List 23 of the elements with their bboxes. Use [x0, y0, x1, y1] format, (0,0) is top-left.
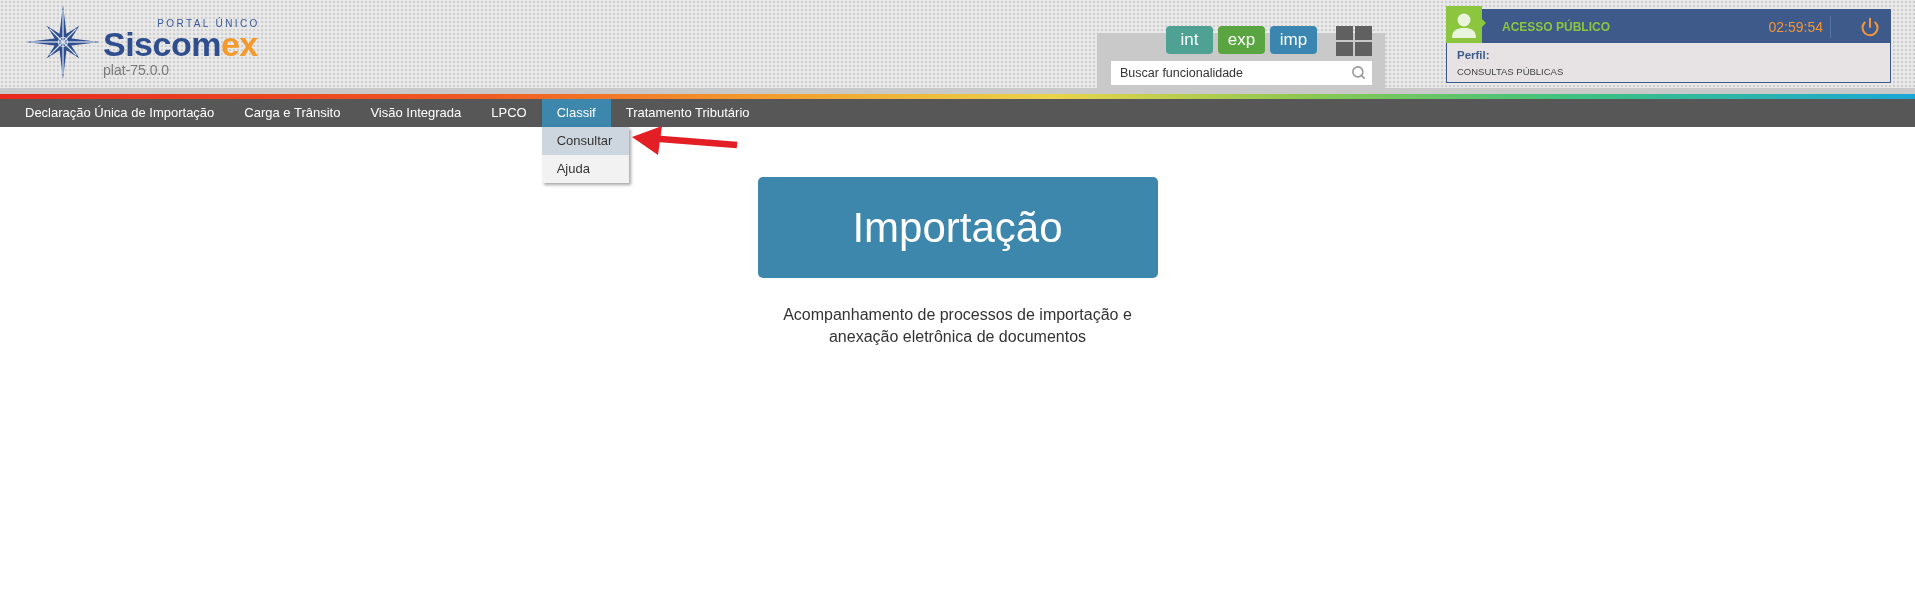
search-field[interactable]: Buscar funcionalidade: [1111, 61, 1372, 85]
mode-button[interactable]: imp: [1270, 26, 1317, 54]
logo-wordmark: Siscomex: [103, 29, 258, 60]
nav-tab[interactable]: Declaração Única de Importação: [10, 99, 230, 127]
module-button[interactable]: Importação: [757, 177, 1158, 278]
power-icon[interactable]: [1860, 16, 1880, 37]
menu-item[interactable]: Ajuda: [541, 155, 629, 183]
menu-item[interactable]: Consultar: [541, 127, 629, 155]
version-label: plat-75.0.0: [103, 63, 170, 77]
profile-label: Perfil:: [1457, 48, 1490, 62]
nav-tab[interactable]: Visão Integrada: [355, 99, 477, 127]
nav-tab[interactable]: Tratamento Tributário: [610, 99, 765, 127]
grid-icon[interactable]: [1336, 26, 1372, 56]
logo-tagline: PORTAL ÚNICO: [157, 19, 260, 29]
access-title: ACESSO PÚBLICO: [1502, 19, 1610, 34]
user-avatar-icon: [1446, 6, 1486, 43]
session-timer: 02:59:54: [1768, 18, 1823, 35]
profile-value: CONSULTAS PÚBLICAS: [1457, 66, 1564, 78]
nav-tab[interactable]: Carga e Trânsito: [229, 99, 356, 127]
nav-tab[interactable]: Classif: [541, 99, 611, 127]
module-description: Acompanhamento de processos de importação e anexação eletrônica de documentos: [782, 305, 1133, 347]
nav-tab[interactable]: LPCO: [476, 99, 542, 127]
search-icon[interactable]: [1351, 65, 1366, 80]
